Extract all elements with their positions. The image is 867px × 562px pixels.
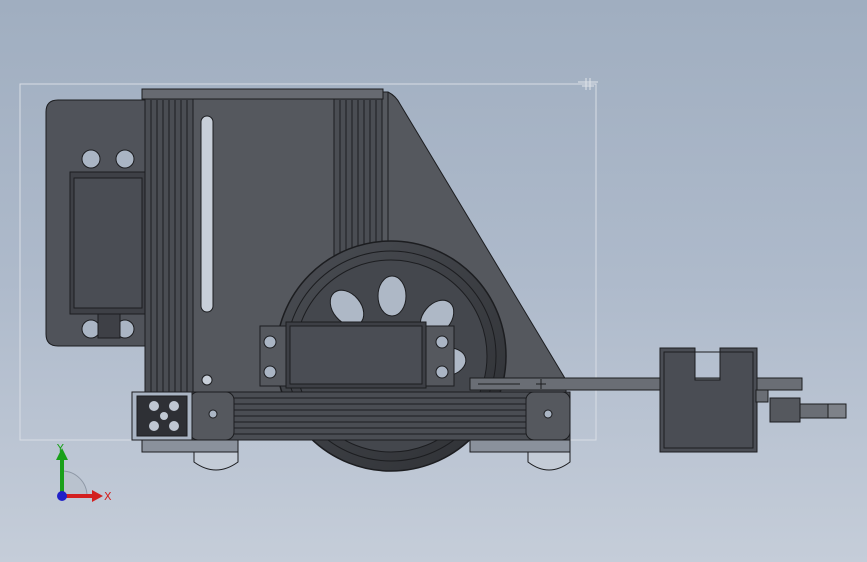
center-servo[interactable] bbox=[259, 321, 455, 389]
adjust-slot bbox=[200, 115, 214, 313]
plate-hole bbox=[201, 374, 213, 386]
top-cap[interactable] bbox=[141, 88, 384, 100]
extrusion-end-profile bbox=[131, 391, 193, 441]
z-axis bbox=[57, 491, 67, 501]
model-view[interactable] bbox=[0, 0, 867, 562]
caster-foot-right[interactable] bbox=[469, 439, 571, 471]
bottom-extrusion[interactable] bbox=[189, 391, 571, 441]
view-triad-icon[interactable]: Y X bbox=[40, 436, 120, 511]
plate-hole bbox=[81, 319, 101, 339]
caster-foot-left[interactable] bbox=[141, 439, 239, 471]
right-servo[interactable] bbox=[659, 347, 847, 453]
x-axis-label: X bbox=[104, 490, 112, 503]
triad-arc bbox=[61, 470, 88, 497]
vertical-extrusion-left[interactable] bbox=[144, 91, 194, 393]
x-axis-arrow bbox=[92, 490, 103, 502]
left-servo[interactable] bbox=[69, 171, 147, 339]
plate-hole bbox=[81, 149, 101, 169]
plate-hole bbox=[115, 149, 135, 169]
graphics-viewport[interactable]: Y X bbox=[0, 0, 867, 562]
y-axis-label: Y bbox=[56, 442, 64, 455]
